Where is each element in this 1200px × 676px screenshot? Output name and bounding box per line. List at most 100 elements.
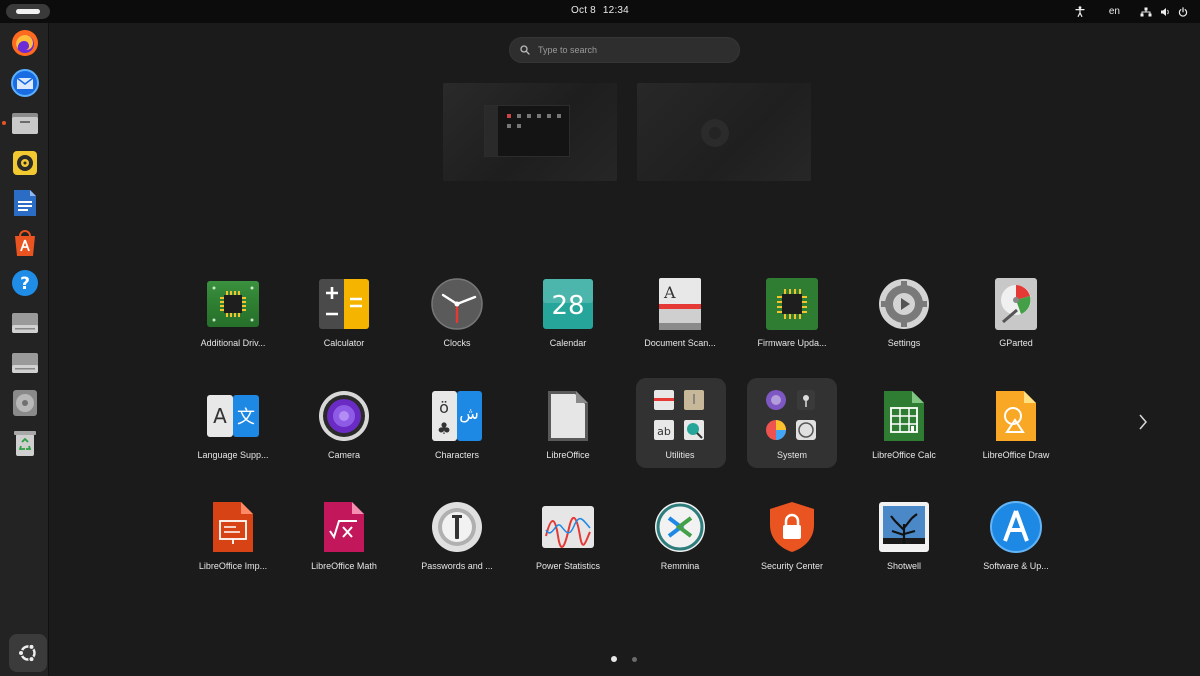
app-label: Calculator (323, 338, 365, 348)
app-libreoffice-math[interactable]: LibreOffice Math (288, 501, 400, 601)
chevron-right-icon (1139, 414, 1147, 430)
svg-text:A: A (213, 404, 227, 428)
search-bar[interactable] (509, 37, 740, 63)
svg-text:A: A (663, 283, 676, 302)
calendar-day: 28 (551, 291, 584, 321)
camera-icon (318, 390, 370, 442)
app-label: Passwords and ... (421, 561, 493, 571)
accessibility-icon[interactable] (1075, 6, 1085, 17)
gear-icon (878, 278, 930, 330)
volume-icon[interactable] (1160, 7, 1170, 17)
software-updater-icon (990, 501, 1042, 553)
system-tray[interactable]: en (1075, 3, 1200, 20)
app-software-updater[interactable]: Software & Up... (960, 501, 1072, 601)
svg-text:?: ? (20, 274, 30, 294)
app-libreoffice-calc[interactable]: LibreOffice Calc (848, 390, 960, 490)
page-indicator-1[interactable] (611, 656, 617, 662)
characters-icon: ö ♣ ش (431, 390, 483, 442)
app-label: Characters (434, 450, 479, 460)
dock: ? (0, 23, 49, 676)
app-label: Remmina (660, 561, 700, 571)
power-icon[interactable] (1178, 6, 1188, 17)
workspace-thumbnail-2[interactable] (637, 83, 811, 181)
passwords-icon (431, 501, 483, 553)
keyboard-layout-indicator[interactable]: en (1109, 6, 1120, 17)
app-label: Shotwell (886, 561, 922, 571)
search-input[interactable] (538, 45, 718, 55)
app-calculator[interactable]: Calculator (288, 278, 400, 378)
files-icon[interactable] (2, 108, 40, 138)
app-label: Document Scan... (644, 338, 716, 348)
app-remmina[interactable]: Remmina (624, 501, 736, 601)
libreoffice-icon (542, 390, 594, 442)
next-page-button[interactable] (1136, 412, 1150, 432)
app-security-center[interactable]: Security Center (736, 501, 848, 601)
running-indicator (2, 121, 6, 125)
folder-system[interactable]: System (736, 390, 848, 490)
app-label: Calendar (549, 338, 587, 348)
ubuntu-logo-icon (17, 643, 36, 663)
app-camera[interactable]: Camera (288, 390, 400, 490)
app-label: Camera (327, 450, 360, 460)
app-label: LibreOffice (546, 450, 590, 460)
app-libreoffice-impress[interactable]: LibreOffice Imp... (177, 501, 289, 601)
drive-icon[interactable] (10, 308, 40, 338)
thunderbird-icon[interactable] (10, 68, 40, 98)
app-document-scanner[interactable]: A Document Scan... (624, 278, 736, 378)
app-label: LibreOffice Imp... (198, 561, 268, 571)
show-apps-button[interactable] (9, 634, 47, 672)
shield-icon (766, 501, 818, 553)
firefox-icon[interactable] (10, 28, 40, 58)
page-indicator-2[interactable] (632, 657, 637, 662)
app-libreoffice[interactable]: LibreOffice (512, 390, 624, 490)
app-label: Additional Driv... (200, 338, 266, 348)
app-gparted[interactable]: GParted (960, 278, 1072, 378)
drive-icon[interactable] (10, 348, 40, 378)
app-power-statistics[interactable]: Power Statistics (512, 501, 624, 601)
remmina-icon (654, 501, 706, 553)
app-label: System (776, 450, 807, 460)
app-additional-drivers[interactable]: Additional Driv... (177, 278, 289, 378)
app-passwords-and-keys[interactable]: Passwords and ... (401, 501, 513, 601)
power-statistics-icon (542, 501, 594, 553)
date-label: Oct 8 (571, 5, 596, 16)
folder-icon: ab (654, 390, 706, 442)
app-label: LibreOffice Draw (982, 450, 1050, 460)
window-preview[interactable] (484, 105, 570, 157)
app-settings[interactable]: Settings (848, 278, 960, 378)
app-shotwell[interactable]: Shotwell (848, 501, 960, 601)
app-clocks[interactable]: Clocks (401, 278, 513, 378)
libreoffice-draw-icon (990, 390, 1042, 442)
scanner-icon: A (654, 278, 706, 330)
app-libreoffice-draw[interactable]: LibreOffice Draw (960, 390, 1072, 490)
app-label: GParted (999, 338, 1033, 348)
workspace-thumbnail-1[interactable] (443, 83, 617, 181)
chip-icon (766, 278, 818, 330)
app-center-icon[interactable] (10, 228, 40, 258)
app-language-support[interactable]: A文 Language Supp... (177, 390, 289, 490)
svg-text:ab: ab (657, 425, 671, 438)
folder-utilities[interactable]: ab Utilities (624, 390, 736, 490)
disc-icon[interactable] (10, 388, 40, 418)
app-label: Language Supp... (197, 450, 269, 460)
trash-icon[interactable] (10, 428, 40, 458)
app-characters[interactable]: ö ♣ ش Characters (401, 390, 513, 490)
time-label: 12:34 (602, 5, 629, 16)
date-time-button[interactable]: Oct 8 12:34 (0, 5, 1200, 16)
shotwell-icon (878, 501, 930, 553)
libreoffice-impress-icon (207, 501, 259, 553)
app-label: LibreOffice Calc (872, 450, 936, 460)
help-icon[interactable]: ? (10, 268, 40, 298)
app-label: Utilities (665, 450, 695, 460)
app-firmware-updater[interactable]: Firmware Upda... (736, 278, 848, 378)
chip-icon (207, 278, 259, 330)
rhythmbox-icon[interactable] (10, 148, 40, 178)
network-icon[interactable] (1140, 7, 1152, 17)
calculator-icon (318, 278, 370, 330)
svg-text:文: 文 (237, 407, 255, 428)
app-label: Clocks (443, 338, 471, 348)
libreoffice-calc-icon (878, 390, 930, 442)
app-calendar[interactable]: 28 Calendar (512, 278, 624, 378)
app-label: Security Center (760, 561, 824, 571)
libreoffice-writer-icon[interactable] (10, 188, 40, 218)
